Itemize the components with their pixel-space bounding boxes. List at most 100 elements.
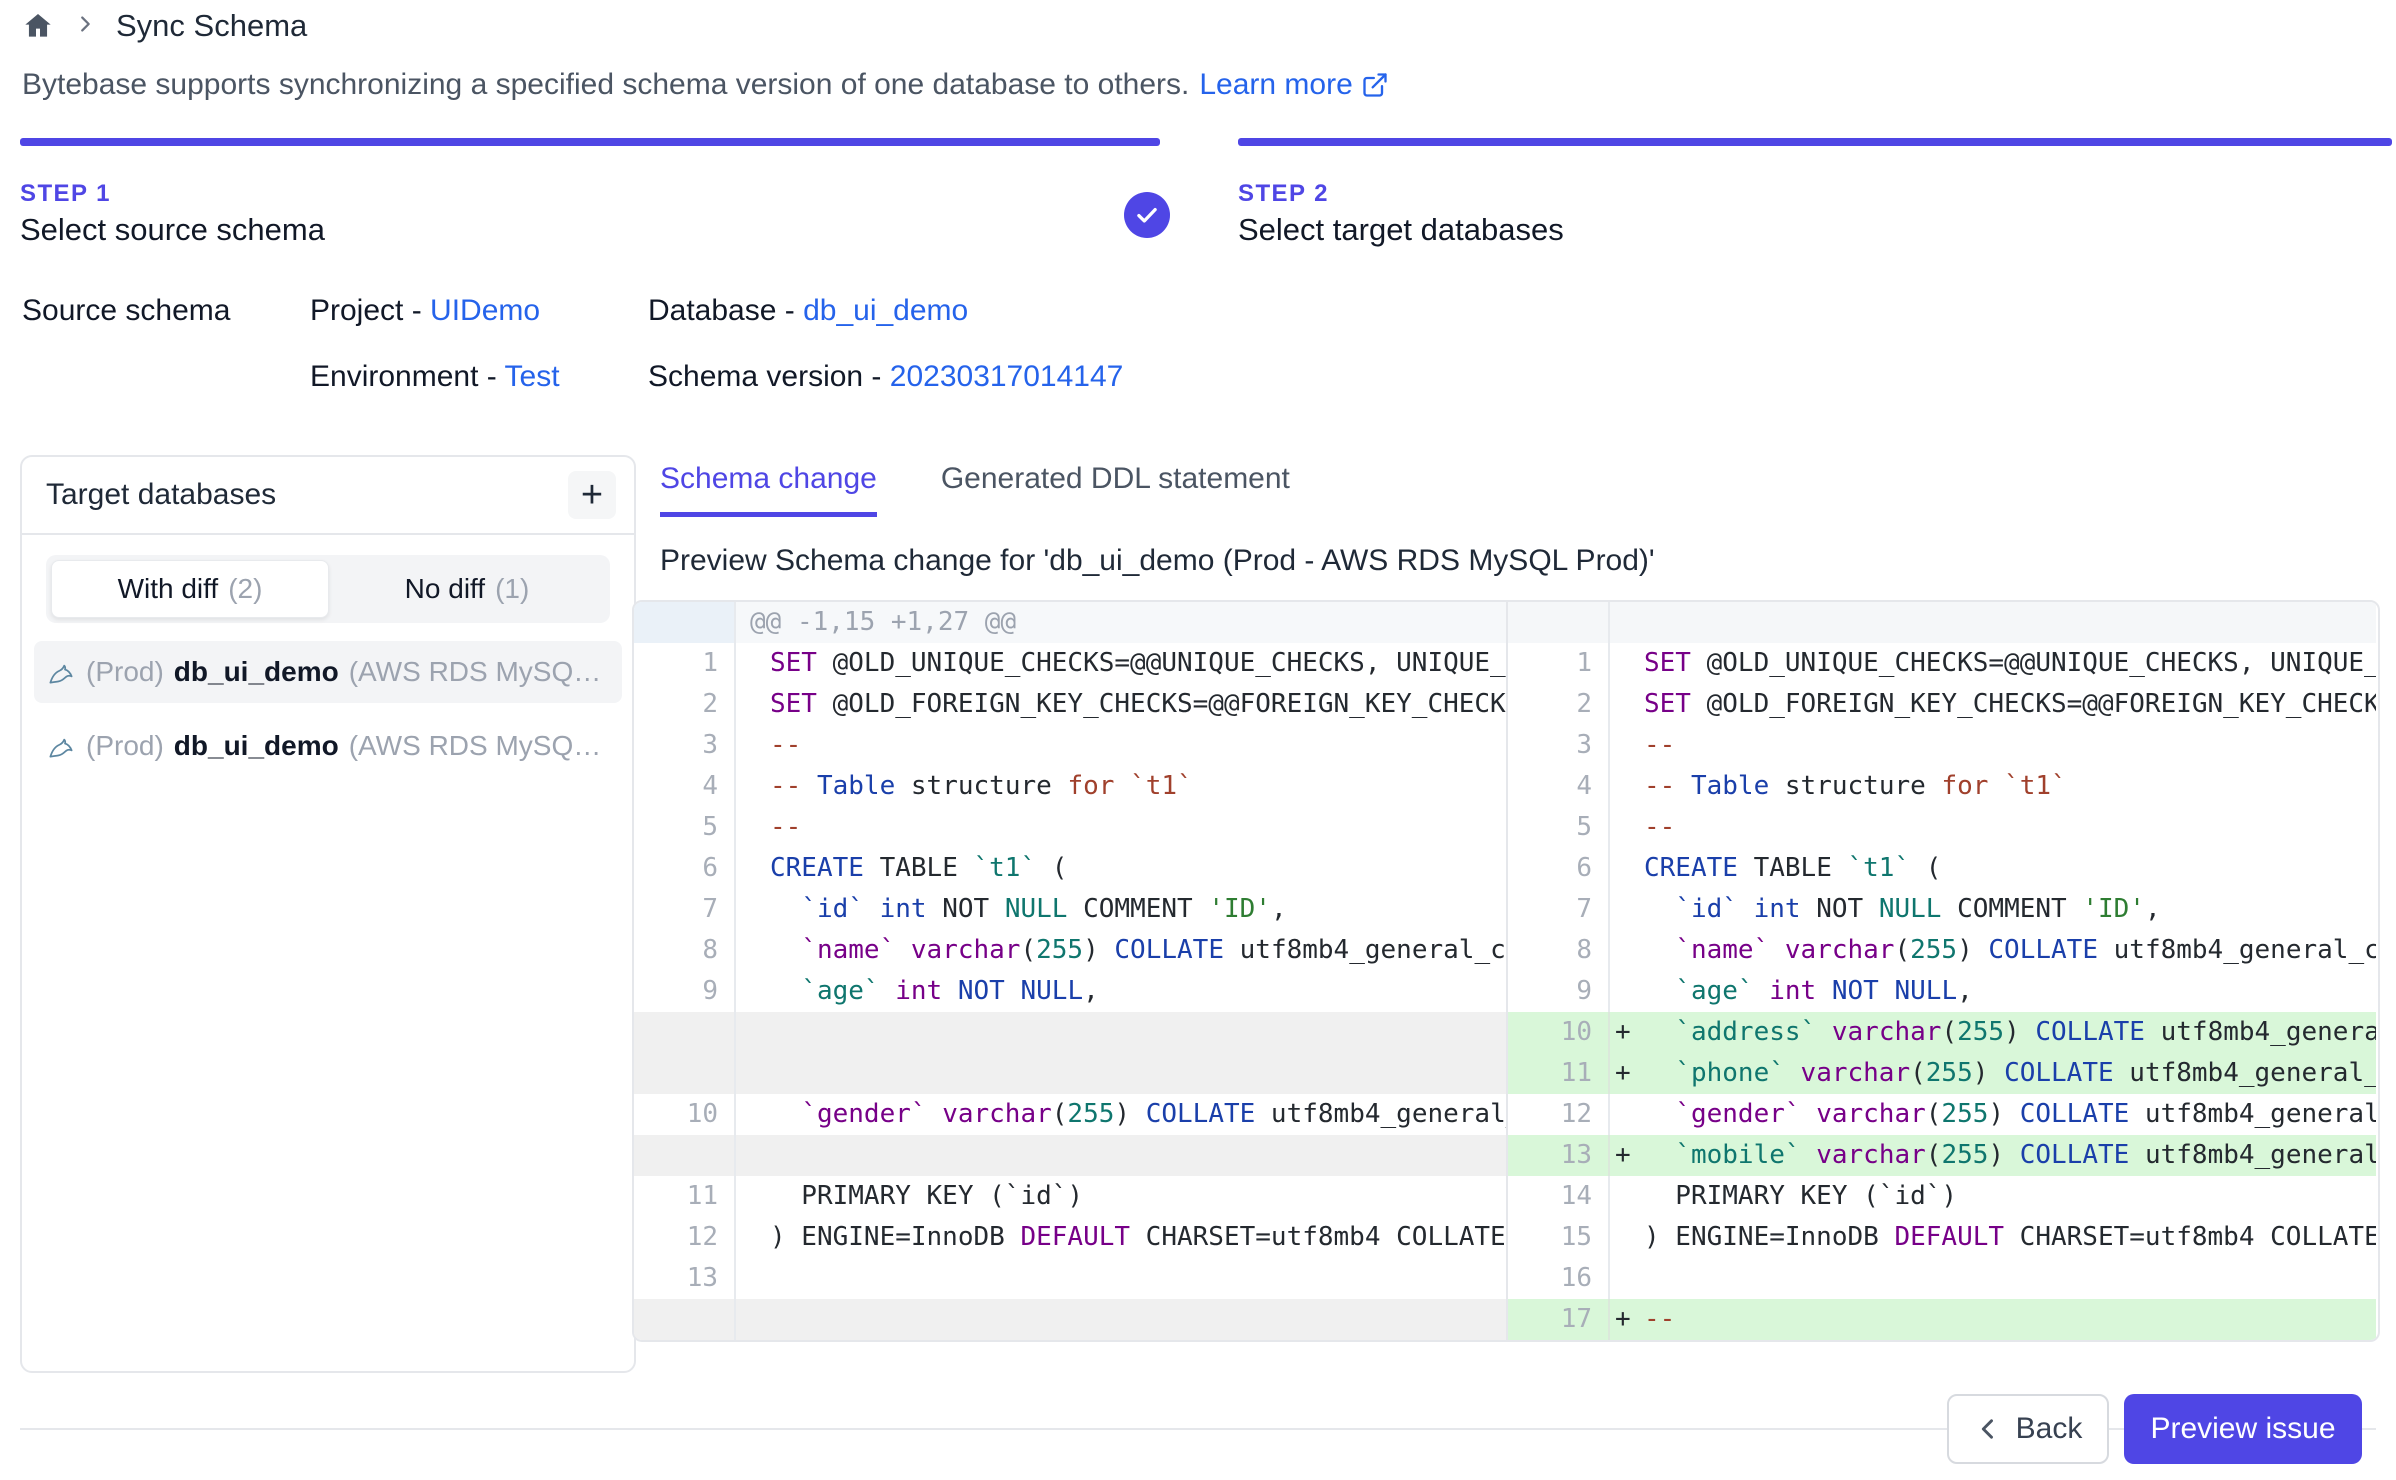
code-line: `id` int NOT NULL COMMENT 'ID', (770, 889, 1506, 930)
sync-schema-page: Sync Schema Bytebase supports synchroniz… (0, 0, 2396, 1480)
line-number: 4 (1508, 766, 1610, 807)
target-database-list: (Prod)db_ui_demo(AWS RDS MySQL Prod)(Pro… (22, 641, 634, 777)
source-schema-version-field: Schema version - 20230317014147 (648, 360, 1123, 394)
line-number: 14 (1508, 1176, 1610, 1217)
preview-issue-button[interactable]: Preview issue (2124, 1394, 2362, 1464)
line-number (634, 1053, 736, 1094)
diff-row: 1SET @OLD_UNIQUE_CHECKS=@@UNIQUE_CHECKS,… (634, 643, 2378, 684)
diff-row: 10 `gender` varchar(255) COLLATE utf8mb4… (634, 1094, 2378, 1135)
line-number (634, 1135, 736, 1176)
diff-marker (736, 971, 770, 1012)
diff-right-side (1506, 602, 2376, 643)
code-line: -- (770, 725, 1506, 766)
diff-right-side: 8 `name` varchar(255) COLLATE utf8mb4_ge… (1506, 930, 2376, 971)
diff-marker (1610, 848, 1644, 889)
line-number: 6 (1508, 848, 1610, 889)
diff-left-side: 3-- (634, 725, 1506, 766)
db-name: db_ui_demo (174, 656, 339, 688)
diff-right-side: 6 CREATE TABLE `t1` ( (1506, 848, 2376, 889)
diff-left-side: 7 `id` int NOT NULL COMMENT 'ID', (634, 889, 1506, 930)
db-name: db_ui_demo (174, 730, 339, 762)
mysql-icon (46, 731, 76, 761)
diff-marker (736, 1299, 770, 1340)
target-databases-title: Target databases (46, 478, 276, 512)
diff-marker (736, 1135, 770, 1176)
diff-row: 17+-- (634, 1299, 2378, 1340)
code-line (770, 1258, 1506, 1299)
tab-generated-ddl[interactable]: Generated DDL statement (941, 462, 1290, 517)
schema-version-link[interactable]: 20230317014147 (890, 360, 1124, 393)
line-number: 12 (634, 1217, 736, 1258)
target-database-item[interactable]: (Prod)db_ui_demo(AWS RDS MySQL Prod) (34, 715, 622, 777)
diff-marker: + (1610, 1135, 1644, 1176)
hunk-header: @@ -1,15 +1,27 @@ (736, 602, 1506, 643)
diff-right-side: 4 -- Table structure for `t1` (1506, 766, 2376, 807)
diff-right-side: 5-- (1506, 807, 2376, 848)
diff-marker (736, 930, 770, 971)
line-number: 4 (634, 766, 736, 807)
line-number: 13 (1508, 1135, 1610, 1176)
diff-marker (1610, 889, 1644, 930)
db-instance: (AWS RDS MySQL Prod) (349, 656, 610, 688)
line-number: 5 (1508, 807, 1610, 848)
project-link[interactable]: UIDemo (430, 294, 540, 327)
diff-right-side: 13+ `mobile` varchar(255) COLLATE utf8mb… (1506, 1135, 2376, 1176)
diff-left-side: 9 `age` int NOT NULL, (634, 971, 1506, 1012)
code-line (1644, 602, 2376, 643)
diff-marker (736, 1094, 770, 1135)
diff-left-side: 13 (634, 1258, 1506, 1299)
no-diff-count: (1) (495, 573, 529, 605)
diff-left-side: 12 ) ENGINE=InnoDB DEFAULT CHARSET=utf8mb… (634, 1217, 1506, 1258)
tab-no-diff[interactable]: No diff (1) (329, 560, 605, 618)
database-link[interactable]: db_ui_demo (803, 294, 968, 327)
diff-row: 10+ `address` varchar(255) COLLATE utf8m… (634, 1012, 2378, 1053)
schema-version-label: Schema version - (648, 360, 890, 393)
line-number (1508, 602, 1610, 643)
diff-marker (736, 1012, 770, 1053)
source-environment-field: Environment - Test (310, 360, 560, 394)
diff-right-side: 1SET @OLD_UNIQUE_CHECKS=@@UNIQUE_CHECKS,… (1506, 643, 2376, 684)
code-line: -- Table structure for `t1` (1644, 766, 2376, 807)
diff-row: 3--3-- (634, 725, 2378, 766)
diff-left-side (634, 1053, 1506, 1094)
db-instance: (AWS RDS MySQL Prod) (349, 730, 610, 762)
code-line: -- (770, 807, 1506, 848)
code-line: ) ENGINE=InnoDB DEFAULT CHARSET=utf8mb4 … (770, 1217, 1506, 1258)
diff-marker (1610, 602, 1644, 643)
diff-row: 2SET @OLD_FOREIGN_KEY_CHECKS=@@FOREIGN_K… (634, 684, 2378, 725)
back-button[interactable]: Back (1947, 1394, 2109, 1464)
home-icon[interactable] (22, 10, 54, 42)
diff-marker (1610, 766, 1644, 807)
diff-right-side: 2SET @OLD_FOREIGN_KEY_CHECKS=@@FOREIGN_K… (1506, 684, 2376, 725)
diff-marker (736, 643, 770, 684)
diff-left-side: 11 PRIMARY KEY (`id`) (634, 1176, 1506, 1217)
tab-schema-change[interactable]: Schema change (660, 462, 877, 517)
page-title: Sync Schema (116, 8, 307, 44)
diff-row: 11 PRIMARY KEY (`id`)14 PRIMARY KEY (`id… (634, 1176, 2378, 1217)
line-number: 2 (634, 684, 736, 725)
diff-marker (1610, 807, 1644, 848)
tab-with-diff[interactable]: With diff (2) (51, 560, 329, 618)
diff-marker (736, 1258, 770, 1299)
target-databases-header: Target databases + (22, 457, 634, 535)
step1-progress-bar (20, 138, 1160, 146)
line-number: 10 (634, 1094, 736, 1135)
code-line: PRIMARY KEY (`id`) (1644, 1176, 2376, 1217)
target-database-item[interactable]: (Prod)db_ui_demo(AWS RDS MySQL Prod) (34, 641, 622, 703)
diff-marker (736, 1217, 770, 1258)
diff-marker: + (1610, 1053, 1644, 1094)
line-number (634, 1299, 736, 1340)
code-line (770, 1012, 1506, 1053)
external-link-icon (1361, 71, 1389, 99)
line-number: 17 (1508, 1299, 1610, 1340)
add-target-database-button[interactable]: + (568, 471, 616, 519)
step2-label: STEP 2 (1238, 180, 1329, 208)
code-line: CREATE TABLE `t1` ( (1644, 848, 2376, 889)
environment-link[interactable]: Test (505, 360, 560, 393)
line-number: 3 (1508, 725, 1610, 766)
diff-left-side: 5-- (634, 807, 1506, 848)
diff-row: 5--5-- (634, 807, 2378, 848)
learn-more-link[interactable]: Learn more (1199, 68, 1388, 102)
diff-left-side (634, 1299, 1506, 1340)
environment-label: Environment - (310, 360, 505, 393)
